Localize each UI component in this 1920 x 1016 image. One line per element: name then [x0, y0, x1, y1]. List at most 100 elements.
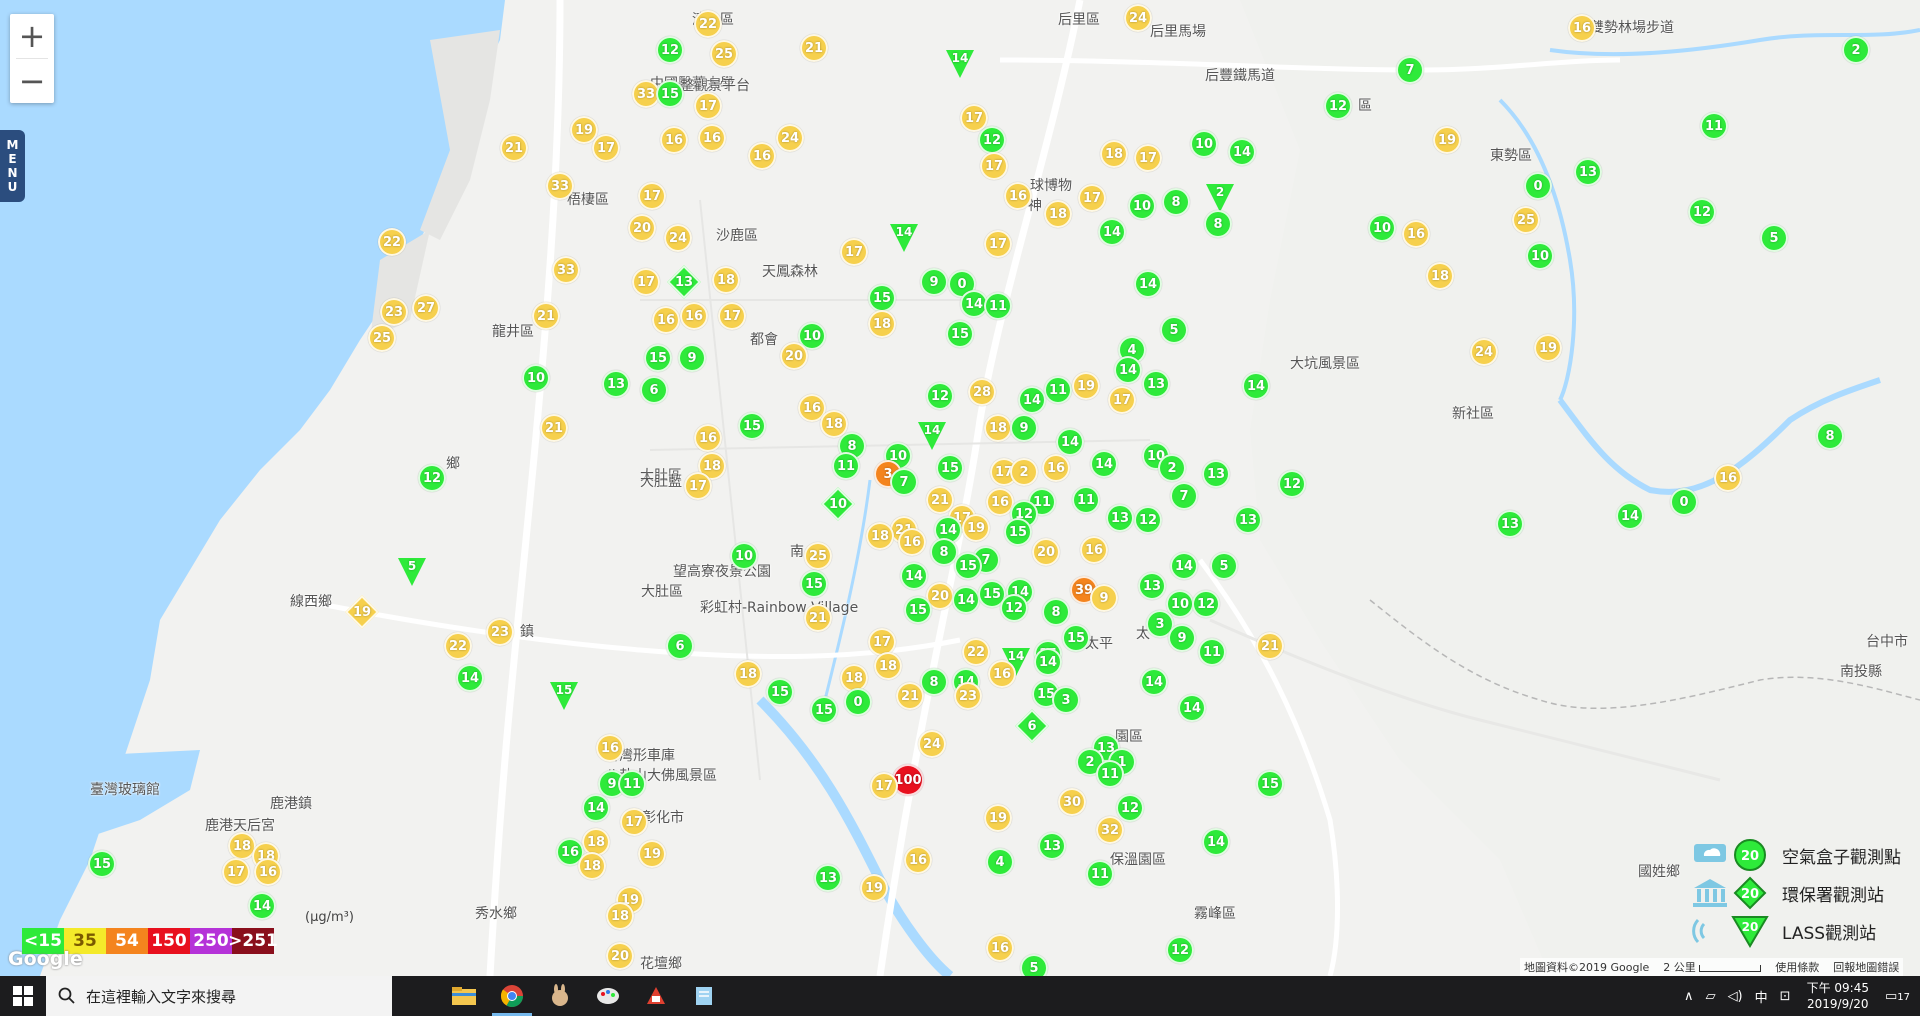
airbox-station-marker[interactable]: 5 [1760, 224, 1788, 252]
airbox-station-marker[interactable]: 6 [640, 376, 668, 404]
airbox-station-marker[interactable]: 14 [1056, 428, 1084, 456]
airbox-station-marker[interactable]: 16 [1714, 464, 1742, 492]
airbox-station-marker[interactable]: 7 [890, 468, 918, 496]
airbox-station-marker[interactable]: 8 [1042, 598, 1070, 626]
airbox-station-marker[interactable]: 20 [628, 214, 656, 242]
airbox-station-marker[interactable]: 13 [602, 370, 630, 398]
airbox-station-marker[interactable]: 17 [694, 92, 722, 120]
airbox-station-marker[interactable]: 0 [1524, 172, 1552, 200]
airbox-station-marker[interactable]: 12 [1278, 470, 1306, 498]
airbox-station-marker[interactable]: 9 [1090, 584, 1118, 612]
airbox-station-marker[interactable]: 8 [920, 668, 948, 696]
airbox-station-marker[interactable]: 2 [1842, 36, 1870, 64]
app-notepad-button[interactable] [680, 976, 728, 1016]
airbox-station-marker[interactable]: 21 [500, 134, 528, 162]
airbox-station-marker[interactable]: 19 [962, 514, 990, 542]
airbox-station-marker[interactable]: 17 [592, 134, 620, 162]
airbox-station-marker[interactable]: 24 [1470, 338, 1498, 366]
chevron-up-icon[interactable]: ∧ [1684, 989, 1694, 1004]
airbox-station-marker[interactable]: 12 [1324, 92, 1352, 120]
airbox-station-marker[interactable]: 15 [738, 412, 766, 440]
airbox-station-marker[interactable]: 11 [1096, 760, 1124, 788]
lass-station-marker[interactable]: 14 [918, 422, 946, 450]
airbox-station-marker[interactable]: 18 [866, 522, 894, 550]
airbox-station-marker[interactable]: 14 [1140, 668, 1168, 696]
airbox-station-marker[interactable]: 9 [1010, 414, 1038, 442]
airbox-station-marker[interactable]: 13 [1106, 504, 1134, 532]
airbox-station-marker[interactable]: 21 [532, 302, 560, 330]
airbox-station-marker[interactable]: 16 [1568, 14, 1596, 42]
lass-station-marker[interactable]: 15 [550, 682, 578, 710]
airbox-station-marker[interactable]: 0 [1670, 488, 1698, 516]
map-view[interactable]: 清水區后里區后里馬場后豐鐵馬道中國醫藥大學梧棲區沙鹿區都會大坑風景區新社區東勢區… [0, 0, 1920, 976]
airbox-station-marker[interactable]: 17 [1078, 184, 1106, 212]
epa-station-marker[interactable]: 19 [345, 595, 379, 629]
airbox-station-marker[interactable]: 18 [874, 652, 902, 680]
airbox-station-marker[interactable]: 16 [698, 124, 726, 152]
airbox-station-marker[interactable]: 15 [1062, 624, 1090, 652]
airbox-station-marker[interactable]: 11 [832, 452, 860, 480]
airbox-station-marker[interactable]: 16 [1080, 536, 1108, 564]
airbox-station-marker[interactable]: 13 [1574, 158, 1602, 186]
report-error-link[interactable]: 回報地圖錯誤 [1833, 959, 1899, 975]
airbox-station-marker[interactable]: 11 [1086, 860, 1114, 888]
airbox-station-marker[interactable]: 33 [546, 172, 574, 200]
airbox-station-marker[interactable]: 15 [1256, 770, 1284, 798]
airbox-station-marker[interactable]: 18 [734, 660, 762, 688]
airbox-station-marker[interactable]: 15 [1004, 518, 1032, 546]
airbox-station-marker[interactable]: 17 [1108, 386, 1136, 414]
taskbar-clock[interactable]: 下午 09:45 2019/9/20 [1807, 980, 1869, 1012]
airbox-station-marker[interactable]: 10 [1128, 192, 1156, 220]
airbox-station-marker[interactable]: 0 [844, 688, 872, 716]
airbox-station-marker[interactable]: 19 [860, 874, 888, 902]
airbox-station-marker[interactable]: 12 [1192, 590, 1220, 618]
airbox-station-marker[interactable]: 8 [1816, 422, 1844, 450]
airbox-station-marker[interactable]: 8 [1162, 188, 1190, 216]
airbox-station-marker[interactable]: 16 [694, 424, 722, 452]
airbox-station-marker[interactable]: 20 [780, 342, 808, 370]
airbox-station-marker[interactable]: 21 [540, 414, 568, 442]
airbox-station-marker[interactable]: 16 [988, 660, 1016, 688]
airbox-station-marker[interactable]: 10 [1190, 130, 1218, 158]
airbox-station-marker[interactable]: 12 [1116, 794, 1144, 822]
airbox-station-marker[interactable]: 13 [1138, 572, 1166, 600]
airbox-station-marker[interactable]: 18 [578, 852, 606, 880]
airbox-station-marker[interactable]: 19 [984, 804, 1012, 832]
airbox-station-marker[interactable]: 14 [1202, 828, 1230, 856]
airbox-station-marker[interactable]: 32 [1096, 816, 1124, 844]
airbox-station-marker[interactable]: 14 [952, 586, 980, 614]
airbox-station-marker[interactable]: 17 [984, 230, 1012, 258]
airbox-station-marker[interactable]: 24 [918, 730, 946, 758]
airbox-station-marker[interactable]: 18 [606, 902, 634, 930]
airbox-station-marker[interactable]: 14 [582, 794, 610, 822]
taskbar-search-input[interactable]: 在這裡輸入文字來搜尋 [46, 976, 392, 1016]
airbox-station-marker[interactable]: 19 [638, 840, 666, 868]
airbox-station-marker[interactable]: 22 [962, 638, 990, 666]
airbox-station-marker[interactable]: 14 [1090, 450, 1118, 478]
airbox-station-marker[interactable]: 2 [1010, 458, 1038, 486]
airbox-station-marker[interactable]: 21 [896, 682, 924, 710]
airbox-station-marker[interactable]: 4 [986, 848, 1014, 876]
airbox-station-marker[interactable]: 5 [1210, 552, 1238, 580]
airbox-station-marker[interactable]: 11 [618, 770, 646, 798]
airbox-station-marker[interactable]: 19 [1072, 372, 1100, 400]
airbox-station-marker[interactable]: 17 [620, 808, 648, 836]
volume-icon[interactable]: ◁) [1728, 989, 1743, 1004]
airbox-station-marker[interactable]: 11 [1700, 112, 1728, 140]
airbox-station-marker[interactable]: 21 [1256, 632, 1284, 660]
airbox-station-marker[interactable]: 15 [800, 570, 828, 598]
airbox-station-marker[interactable]: 28 [968, 378, 996, 406]
airbox-station-marker[interactable]: 14 [1098, 218, 1126, 246]
airbox-station-marker[interactable]: 33 [552, 256, 580, 284]
airbox-station-marker[interactable]: 19 [1433, 126, 1461, 154]
airbox-station-marker[interactable]: 12 [1166, 936, 1194, 964]
airbox-station-marker[interactable]: 15 [810, 696, 838, 724]
airbox-station-marker[interactable]: 15 [936, 454, 964, 482]
legend-lass[interactable]: 20 LASS觀測站 [1690, 912, 1915, 950]
ime-indicator[interactable]: 中 [1755, 987, 1768, 1006]
airbox-station-marker[interactable]: 21 [804, 604, 832, 632]
airbox-station-marker[interactable]: 11 [984, 292, 1012, 320]
airbox-station-marker[interactable]: 16 [660, 126, 688, 154]
airbox-station-marker[interactable]: 12 [1000, 594, 1028, 622]
airbox-station-marker[interactable]: 13 [1234, 506, 1262, 534]
